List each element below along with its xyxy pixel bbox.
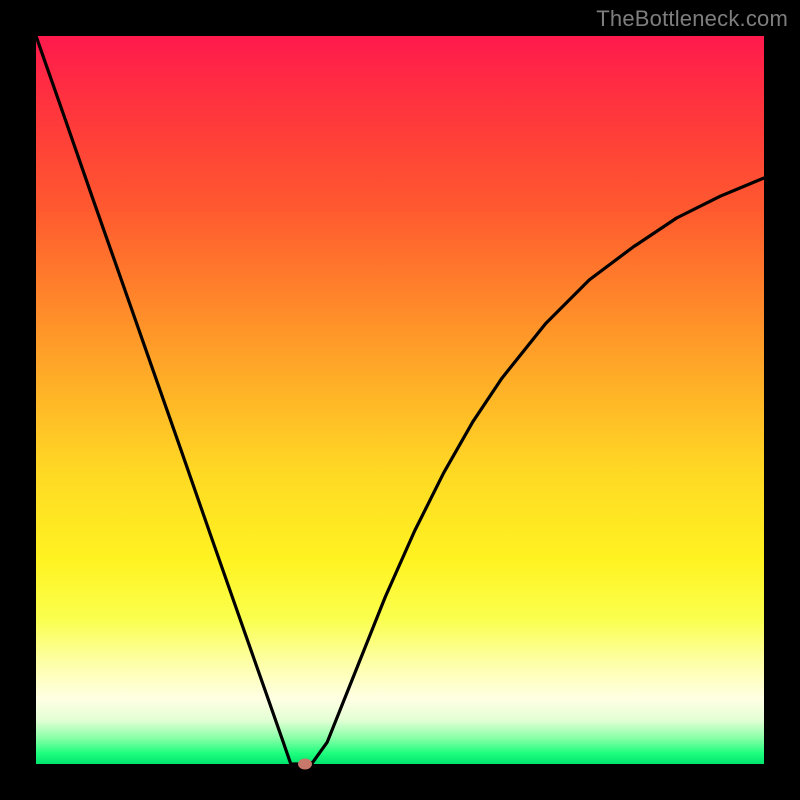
chart-frame: TheBottleneck.com	[0, 0, 800, 800]
optimal-point-marker	[298, 759, 312, 770]
plot-area	[36, 36, 764, 764]
bottleneck-curve	[36, 36, 764, 764]
watermark-text: TheBottleneck.com	[596, 6, 788, 32]
